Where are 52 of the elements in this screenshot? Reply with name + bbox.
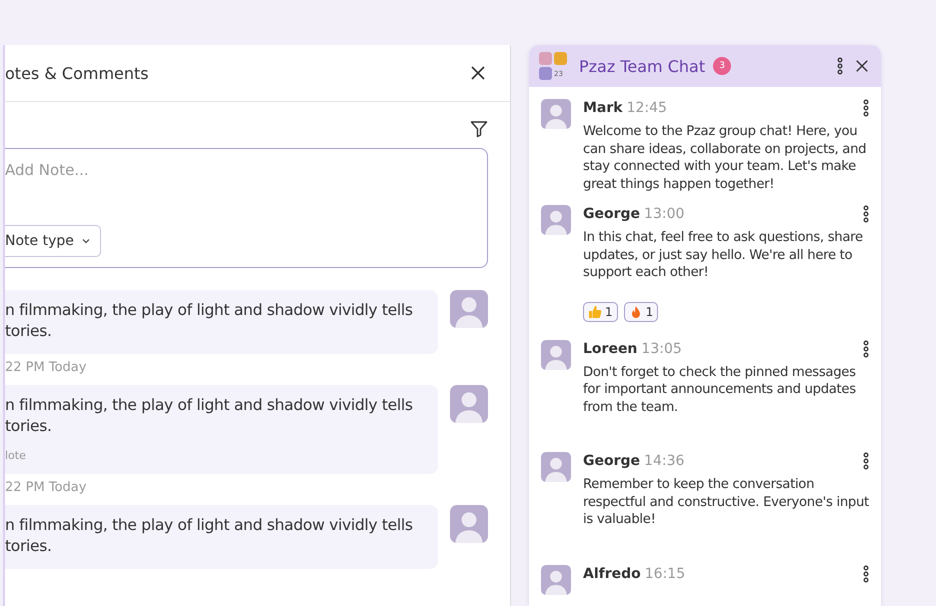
- message-options-button[interactable]: [861, 97, 871, 119]
- note-timestamp: 22 PM Today: [5, 360, 88, 375]
- more-options-button[interactable]: [835, 55, 845, 77]
- avatar: [541, 205, 571, 235]
- note-timestamp: 22 PM Today: [5, 480, 88, 495]
- sender-name: George: [583, 206, 640, 222]
- note-type-label: lote: [5, 449, 27, 462]
- sender-name: Loreen: [583, 340, 638, 356]
- filter-icon: [470, 120, 488, 138]
- note-input-field[interactable]: Add Note... Note type: [5, 148, 488, 268]
- close-icon: [855, 59, 869, 73]
- note-type-dropdown[interactable]: Note type: [5, 225, 101, 257]
- message-time: 13:05: [641, 340, 682, 356]
- note-text: n filmmaking, the play of light and shadow vividly tells tories.: [5, 395, 414, 437]
- more-icon: [863, 340, 869, 358]
- avatar: [541, 99, 571, 129]
- avatar: [541, 452, 571, 482]
- avatar: [541, 340, 571, 370]
- avatar: [450, 505, 488, 543]
- thumbs-up-icon: [588, 304, 602, 318]
- more-icon: [863, 205, 869, 223]
- message-options-button[interactable]: [861, 203, 871, 225]
- note-text: n filmmaking, the play of light and shadow vividly tells tories.: [5, 515, 414, 557]
- avatar: [450, 290, 488, 328]
- chat-title: Pzaz Team Chat: [579, 56, 706, 76]
- panel-title: otes & Comments: [5, 64, 149, 82]
- message-text: Welcome to the Pzaz group chat! Here, you can share ideas, collaborate on projects, and stay connected with your team. Let's make great things happen together!: [583, 123, 868, 193]
- more-icon: [863, 452, 869, 470]
- message-text: Remember to keep the conversation respectful and constructive. Everyone's input is valuable!: [583, 476, 870, 528]
- message-time: 12:45: [626, 100, 667, 116]
- more-icon: [837, 57, 843, 75]
- message-options-button[interactable]: [861, 562, 871, 584]
- sender-name: Alfredo: [583, 566, 641, 582]
- note-text: n filmmaking, the play of light and shadow vividly tells tories.: [5, 300, 414, 342]
- sender-name: Mark: [583, 100, 623, 116]
- sender-name: George: [583, 453, 640, 469]
- reaction-chip[interactable]: 1: [624, 302, 658, 322]
- message-time: 13:00: [644, 206, 684, 222]
- avatar: [541, 564, 571, 594]
- close-icon: [470, 65, 486, 81]
- unread-badge: 3: [713, 57, 732, 75]
- message-time: 14:36: [644, 453, 684, 469]
- reaction-chip[interactable]: 1: [583, 302, 618, 322]
- message-options-button[interactable]: [861, 450, 871, 472]
- message-text: In this chat, feel free to ask questions, share updates, or just say hello. We're all here to support each other!: [583, 229, 864, 282]
- message-time: 16:15: [644, 566, 686, 582]
- more-icon: [863, 99, 869, 117]
- message-text: Don't forget to check the pinned messages for important announcements and updates from the team.: [583, 364, 857, 416]
- chevron-down-icon: [82, 238, 90, 244]
- message-options-button[interactable]: [861, 338, 871, 360]
- more-icon: [863, 564, 869, 582]
- avatar: [450, 385, 488, 423]
